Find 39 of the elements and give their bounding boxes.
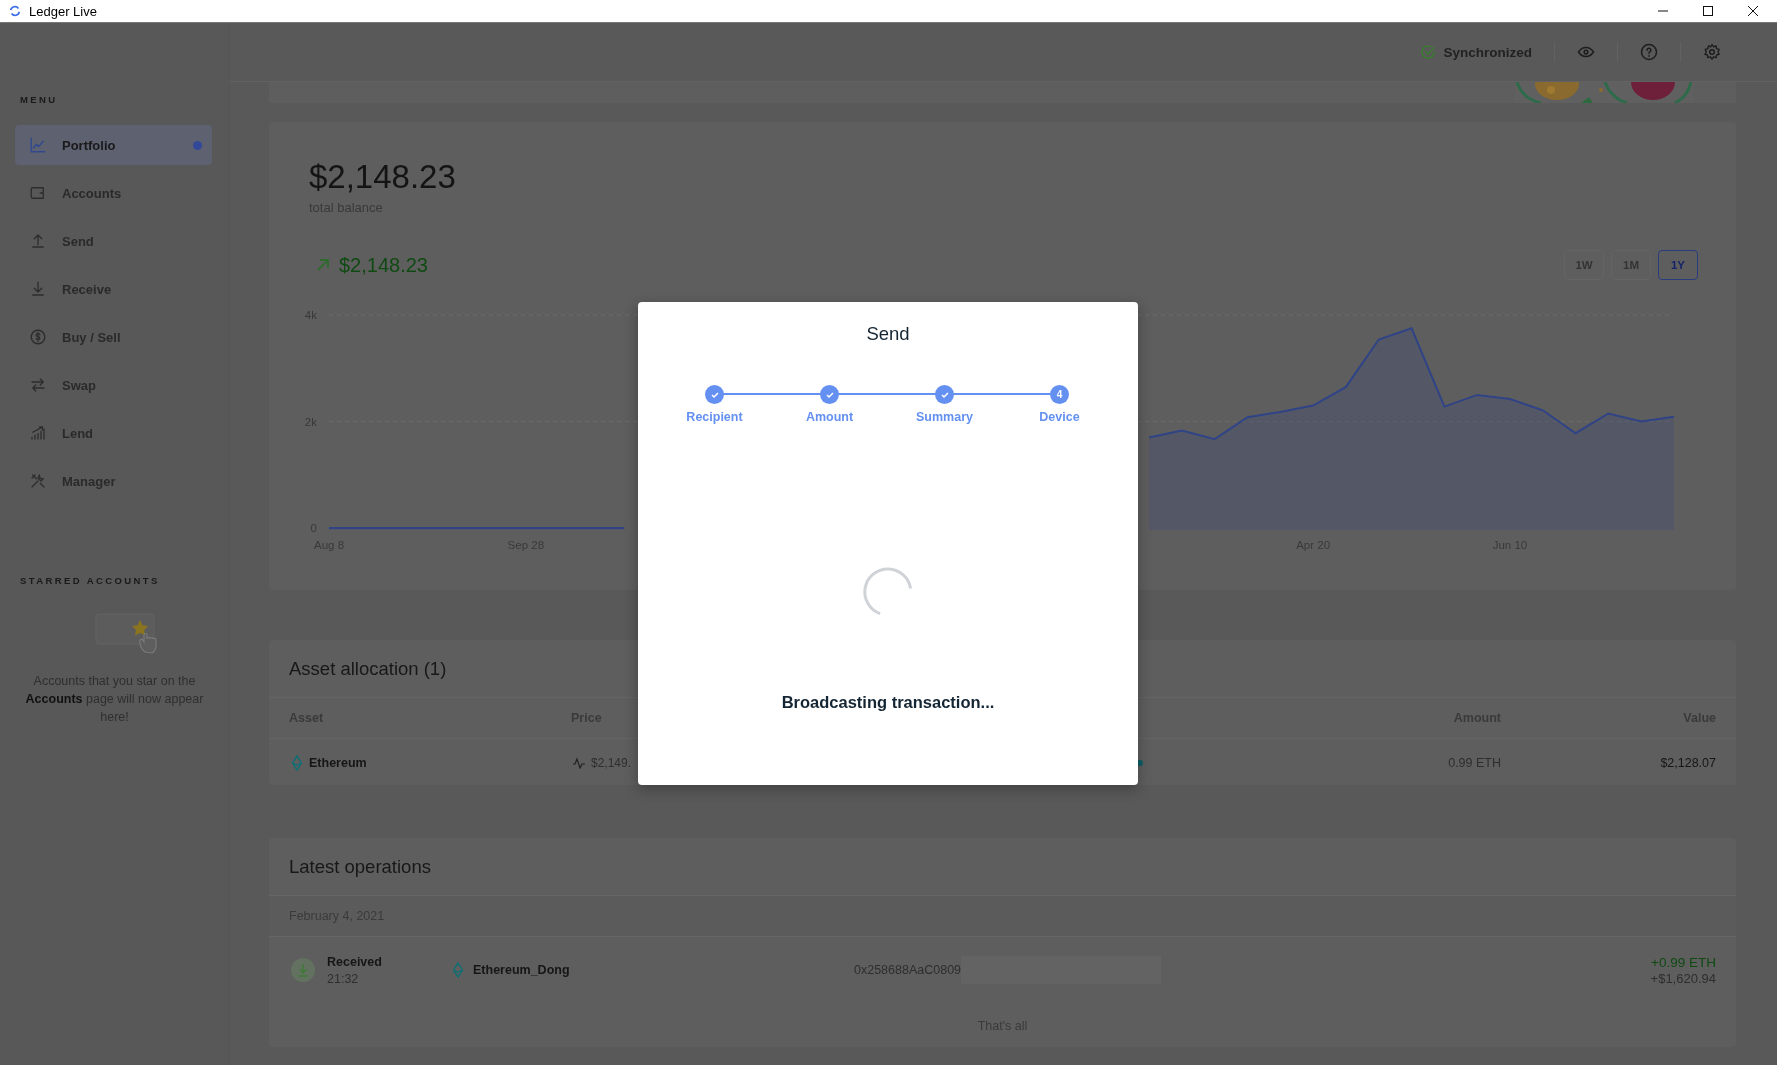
step-label: Summary xyxy=(916,410,973,424)
window-title: Ledger Live xyxy=(29,3,97,19)
period-button[interactable]: 1Y xyxy=(1658,250,1698,280)
starred-accounts-heading: STARRED ACCOUNTS xyxy=(20,574,161,588)
help-icon[interactable] xyxy=(1640,43,1658,61)
upload-icon xyxy=(29,232,47,250)
tools-icon xyxy=(29,472,47,490)
menu-heading: MENU xyxy=(20,93,59,107)
total-balance-amount: $2,148.23 xyxy=(309,157,457,197)
operation-amount: +0.99 ETH xyxy=(1651,954,1716,970)
arrow-up-right-icon xyxy=(315,257,331,273)
settings-icon[interactable] xyxy=(1703,43,1721,61)
app-logo-icon xyxy=(9,5,21,17)
operation-type: Received xyxy=(327,954,383,969)
balance-change: $2,148.23 xyxy=(339,253,428,277)
asset-value: $2,128.07 xyxy=(1659,755,1716,770)
ethereum-icon xyxy=(452,962,464,978)
receive-icon xyxy=(291,958,315,982)
sidebar-item[interactable]: Portfolio xyxy=(15,125,212,165)
swap-icon xyxy=(29,376,47,394)
step-label: Amount xyxy=(805,410,854,424)
section-title: Latest operations xyxy=(288,855,432,879)
asset-name: Ethereum xyxy=(309,755,367,770)
pulse-icon xyxy=(573,756,585,769)
download-icon xyxy=(29,280,47,298)
close-icon[interactable] xyxy=(1747,5,1759,17)
line-chart-icon xyxy=(29,136,47,154)
dialog-title: Send xyxy=(866,322,910,346)
dialog-status: Broadcasting transaction... xyxy=(781,693,995,712)
wallet-icon xyxy=(29,184,47,202)
step-number: 4 xyxy=(1050,385,1069,404)
step-label: Recipient xyxy=(686,410,743,424)
growth-bars-icon xyxy=(29,424,47,442)
step-label: Device xyxy=(1039,410,1080,424)
section-title: Asset allocation (1) xyxy=(288,657,448,681)
account-name: Ethereum_Dong xyxy=(473,963,570,977)
maximize-icon[interactable] xyxy=(1702,5,1714,17)
ethereum-icon xyxy=(291,754,303,771)
dollar-icon xyxy=(29,328,47,346)
